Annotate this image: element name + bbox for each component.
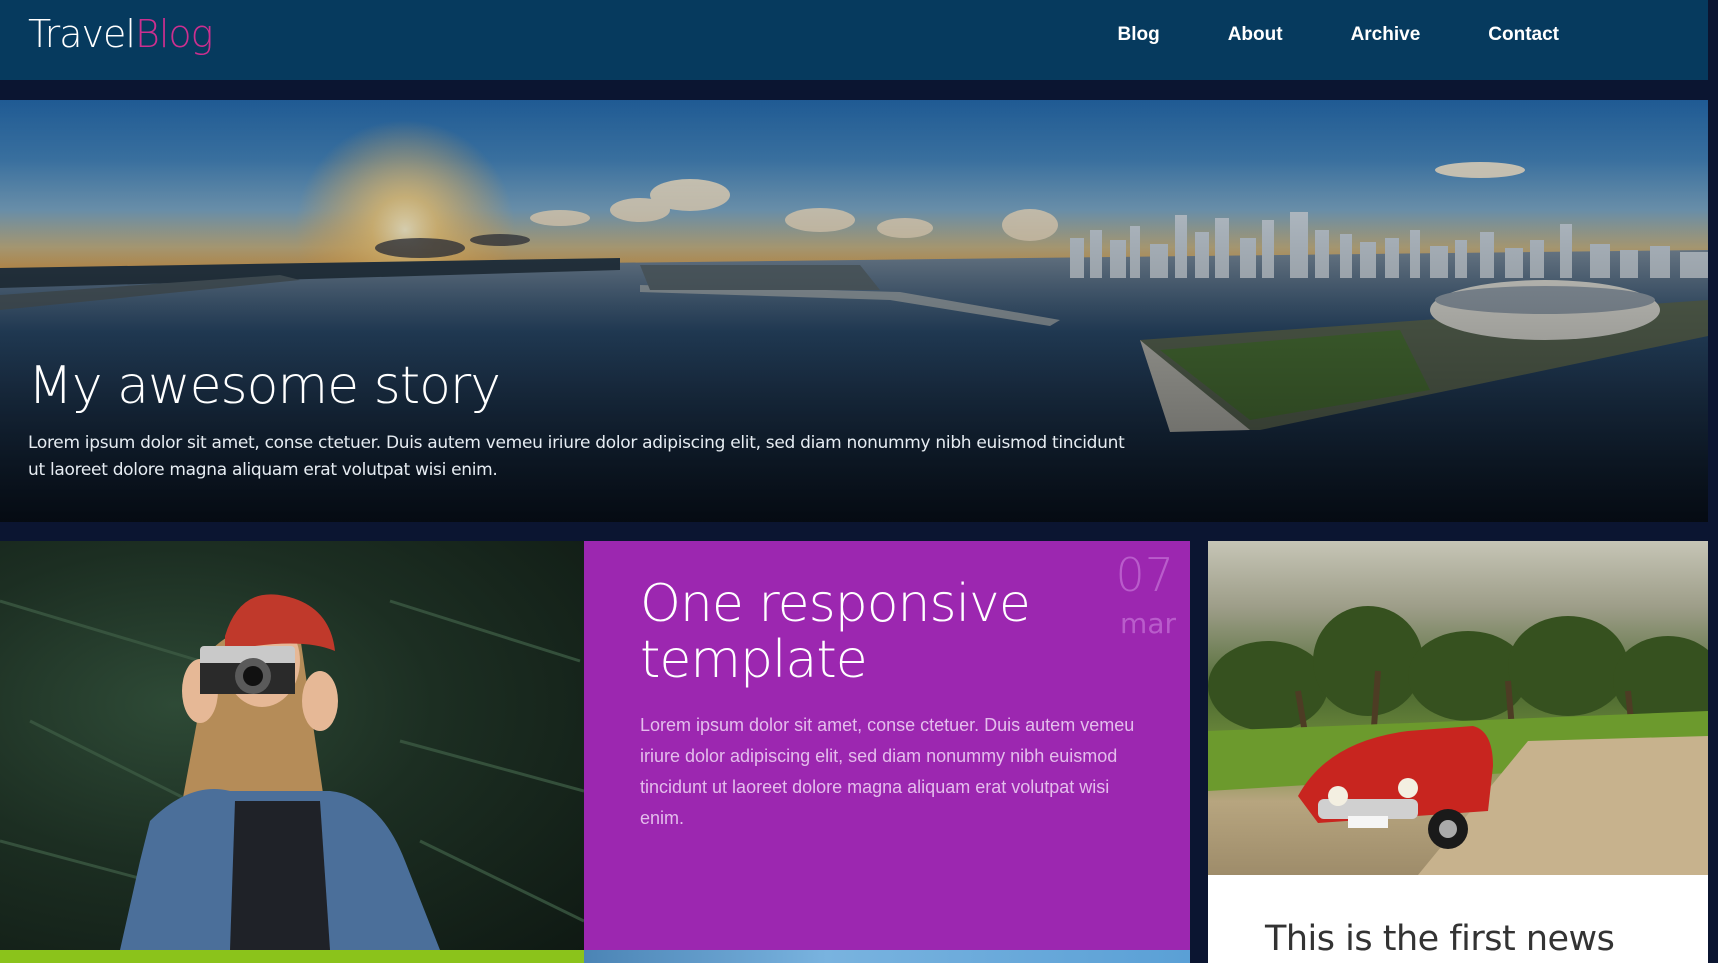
featured-post-title[interactable]: One responsive template — [640, 576, 1080, 688]
news-card[interactable]: This is the first news — [1208, 875, 1708, 963]
nav-link-archive[interactable]: Archive — [1317, 24, 1455, 46]
hero-banner[interactable]: My awesome story Lorem ipsum dolor sit a… — [0, 100, 1708, 522]
sky-image-strip — [584, 950, 1190, 963]
news-title[interactable]: This is the first news — [1265, 919, 1615, 959]
main-nav: Blog About Archive Contact — [1083, 0, 1593, 70]
site-logo[interactable]: TravelBlog — [28, 12, 213, 56]
photographer-image — [0, 594, 584, 950]
hero-title: My awesome story — [28, 356, 501, 416]
photographer-image-card[interactable] — [0, 541, 584, 950]
featured-post-card[interactable]: 07 mar One responsive template Lorem ips… — [584, 541, 1190, 950]
logo-blog-text: Blog — [134, 12, 213, 56]
vintage-car-image — [1208, 606, 1708, 875]
nav-link-contact[interactable]: Contact — [1454, 24, 1593, 46]
green-card-strip — [0, 950, 584, 963]
top-navigation-bar: TravelBlog Blog About Archive Contact — [0, 0, 1708, 80]
column-gap — [1190, 541, 1208, 963]
header-separator — [0, 80, 1708, 100]
nav-link-about[interactable]: About — [1194, 24, 1317, 46]
post-date-month: mar — [1120, 607, 1176, 640]
logo-travel-text: Travel — [28, 12, 136, 56]
nav-link-blog[interactable]: Blog — [1083, 24, 1193, 46]
vintage-car-image-card[interactable] — [1208, 541, 1708, 875]
hero-separator — [0, 522, 1708, 541]
featured-post-excerpt: Lorem ipsum dolor sit amet, conse ctetue… — [640, 715, 1135, 828]
post-date-day: 07 — [1115, 548, 1174, 602]
right-edge-strip — [1708, 0, 1718, 963]
hero-description: Lorem ipsum dolor sit amet, conse ctetue… — [28, 433, 1125, 480]
